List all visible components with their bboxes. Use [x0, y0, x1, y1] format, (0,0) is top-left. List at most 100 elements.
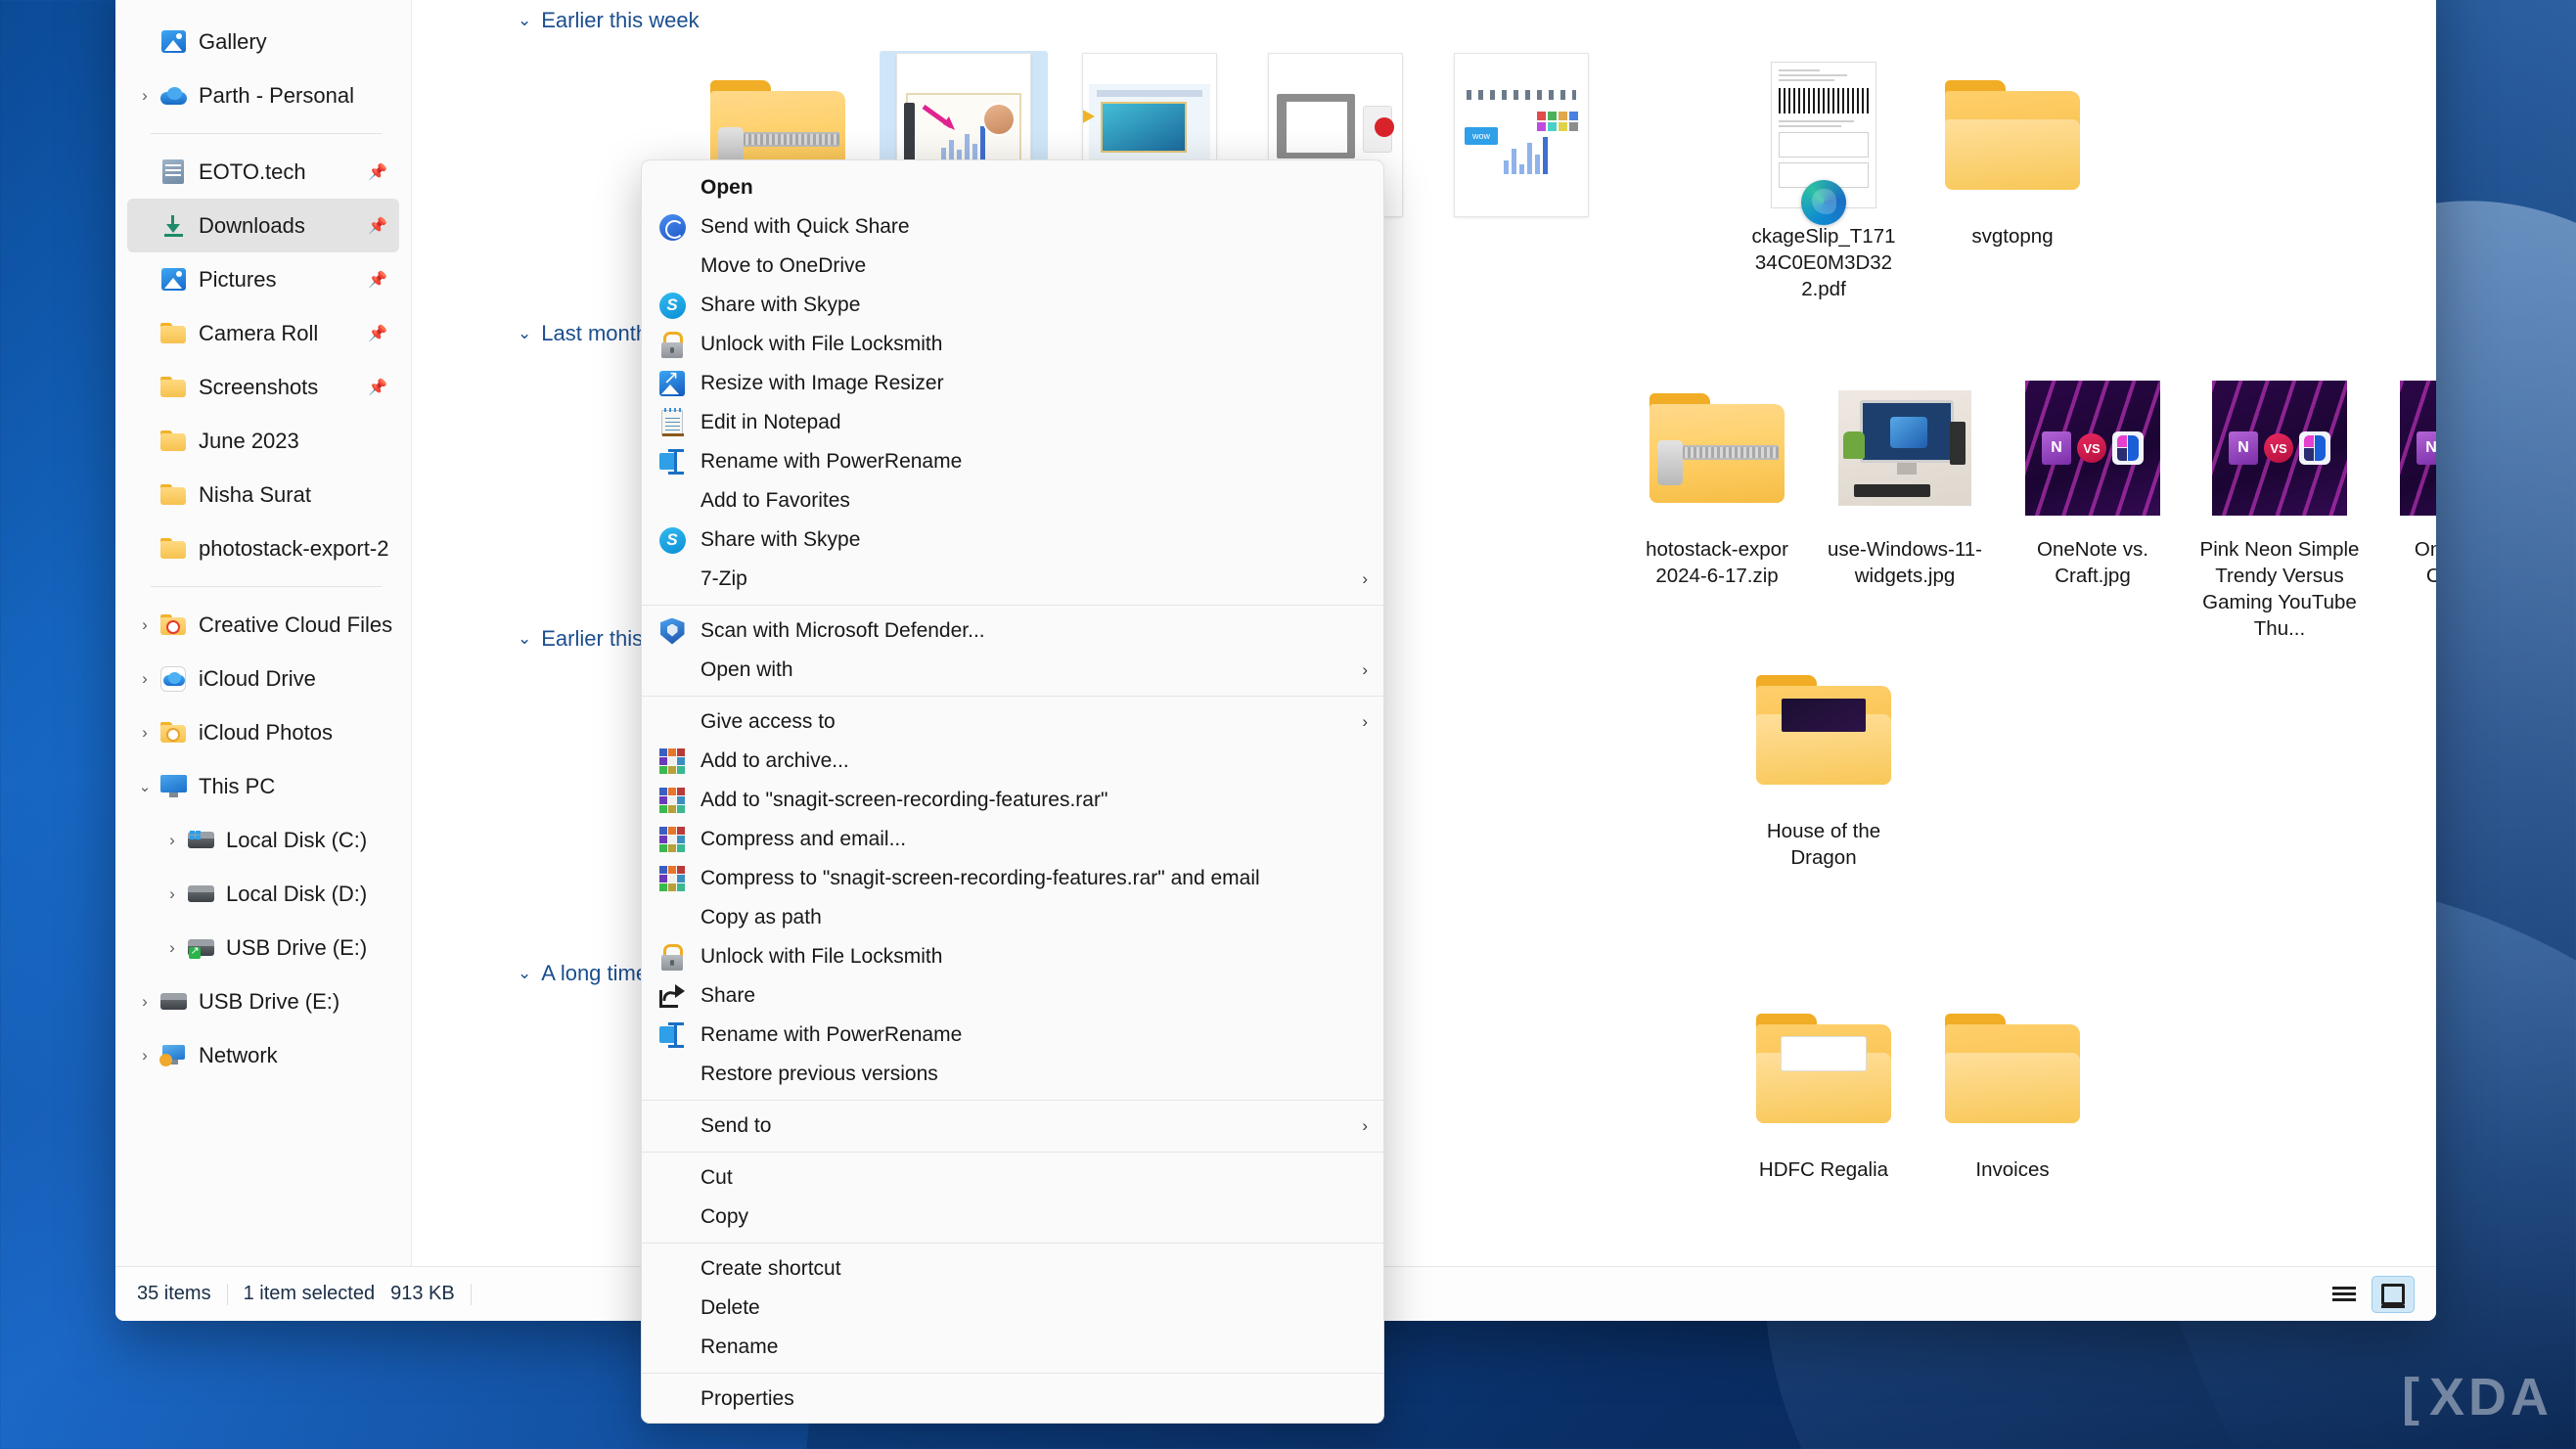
file-tile-house-of-the-dragon[interactable]: House of the Dragon	[1740, 646, 1908, 871]
sidebar-item-camera-roll[interactable]: › Camera Roll 📌	[127, 306, 399, 360]
chevron-right-icon[interactable]: ›	[131, 992, 158, 1012]
sidebar-item-local-disk-d[interactable]: › Local Disk (D:)	[127, 867, 399, 921]
context-menu-item-copy[interactable]: Copy	[642, 1198, 1383, 1237]
context-menu-item-copy-as-path[interactable]: Copy as path	[642, 898, 1383, 937]
context-menu-item-7-zip[interactable]: 7-Zip ›	[642, 560, 1383, 599]
file-tile-onenote-vs-craft-jpg[interactable]: N VS OneNote vs. Craft.jpg	[2009, 364, 2177, 589]
context-menu-item-rename-with-powerrename-2[interactable]: Rename with PowerRename	[642, 1016, 1383, 1055]
file-tile-preview-4[interactable]: wow	[1437, 51, 1605, 219]
pdf-thumbnail	[1771, 62, 1876, 225]
file-tile-packageslip-pdf[interactable]: ckageSlip_T171 34C0E0M3D32 2.pdf	[1740, 51, 1908, 302]
context-menu-item-properties[interactable]: Properties	[642, 1380, 1383, 1419]
context-menu-item-share-with-skype-2[interactable]: S Share with Skype	[642, 521, 1383, 560]
sidebar-item-usb-drive-e[interactable]: › USB Drive (E:)	[127, 974, 399, 1028]
context-menu-item-delete[interactable]: Delete	[642, 1289, 1383, 1328]
file-tile-onenote-vs-craft-png[interactable]: NVS OneNote vs Craft.png	[2383, 364, 2436, 589]
lock-icon	[655, 942, 689, 972]
chevron-down-icon[interactable]: ⌄	[518, 964, 531, 983]
context-menu-item-edit-in-notepad[interactable]: Edit in Notepad	[642, 403, 1383, 442]
context-menu[interactable]: Open Send with Quick Share Move to OneDr…	[641, 159, 1384, 1424]
chevron-right-icon[interactable]: ›	[158, 938, 186, 958]
chevron-right-icon[interactable]: ›	[131, 723, 158, 743]
chevron-down-icon[interactable]: ⌄	[131, 778, 158, 795]
context-menu-item-share[interactable]: Share	[642, 976, 1383, 1016]
context-menu-item-add-to-favorites[interactable]: Add to Favorites	[642, 481, 1383, 521]
sidebar-item-gallery[interactable]: › Gallery	[127, 15, 399, 68]
context-menu-item-compress-to-named-and-email[interactable]: Compress to "snagit-screen-recording-fea…	[642, 859, 1383, 898]
navigation-pane[interactable]: › Home › Gallery › Parth - Personal ›	[115, 0, 411, 1266]
sidebar-item-pictures[interactable]: › Pictures 📌	[127, 252, 399, 306]
context-menu-item-label: Delete	[700, 1296, 760, 1319]
chevron-right-icon[interactable]: ›	[131, 669, 158, 689]
sidebar-item-label: Local Disk (C:)	[226, 827, 368, 852]
thumbnail	[1740, 646, 1908, 814]
context-menu-item-scan-with-microsoft-defender[interactable]: Scan with Microsoft Defender...	[642, 611, 1383, 651]
sidebar-item-screenshots[interactable]: › Screenshots 📌	[127, 360, 399, 414]
sidebar-item-creative-cloud-files[interactable]: › Creative Cloud Files	[127, 598, 399, 652]
context-menu-item-label: Send to	[700, 1114, 772, 1137]
file-tile-pink-neon-thumbnail[interactable]: N VS Pink Neon Simple Trendy Versus Gamin…	[2195, 364, 2364, 642]
context-menu-item-label: Add to "snagit-screen-recording-features…	[700, 789, 1108, 811]
context-menu-item-open-with[interactable]: Open with ›	[642, 651, 1383, 690]
pictures-icon	[158, 267, 188, 293]
context-menu-item-create-shortcut[interactable]: Create shortcut	[642, 1249, 1383, 1289]
chevron-right-icon[interactable]: ›	[158, 831, 186, 850]
sidebar-item-photostack-export[interactable]: › photostack-export-2	[127, 521, 399, 575]
group-header-last-month[interactable]: ⌄ Last month	[506, 321, 648, 346]
context-menu-item-cut[interactable]: Cut	[642, 1158, 1383, 1198]
file-tile-invoices[interactable]: Invoices	[1928, 984, 2097, 1183]
context-menu-item-move-to-onedrive[interactable]: Move to OneDrive	[642, 247, 1383, 286]
context-menu-item-label: Move to OneDrive	[700, 254, 867, 277]
context-menu-item-compress-and-email[interactable]: Compress and email...	[642, 820, 1383, 859]
no-icon	[655, 1111, 689, 1141]
context-menu-item-label: Rename with PowerRename	[700, 450, 963, 473]
sidebar-item-local-disk-c[interactable]: › Local Disk (C:)	[127, 813, 399, 867]
sidebar-item-downloads[interactable]: › Downloads 📌	[127, 199, 399, 252]
context-menu-item-send-with-quick-share[interactable]: Send with Quick Share	[642, 207, 1383, 247]
context-menu-item-send-to[interactable]: Send to ›	[642, 1107, 1383, 1146]
chevron-right-icon[interactable]: ›	[131, 1046, 158, 1065]
powerrename-icon	[655, 447, 689, 476]
file-name-label: use-Windows-11-widgets.jpg	[1828, 538, 1982, 588]
folder-preview	[1782, 1037, 1866, 1070]
context-menu-item-add-to-archive[interactable]: Add to archive...	[642, 742, 1383, 781]
file-tile-use-windows-11-widgets[interactable]: use-Windows-11-widgets.jpg	[1821, 364, 1989, 589]
context-menu-item-unlock-with-file-locksmith-2[interactable]: Unlock with File Locksmith	[642, 937, 1383, 976]
context-menu-item-restore-previous-versions[interactable]: Restore previous versions	[642, 1055, 1383, 1094]
sidebar-item-network[interactable]: › Network	[127, 1028, 399, 1082]
context-menu-item-rename[interactable]: Rename	[642, 1328, 1383, 1367]
network-icon	[158, 1043, 188, 1068]
sidebar-item-parth-personal[interactable]: › Parth - Personal	[127, 68, 399, 122]
chevron-right-icon[interactable]: ›	[131, 615, 158, 635]
group-header-label: Last month	[541, 321, 649, 345]
details-view-button[interactable]	[2323, 1276, 2366, 1313]
group-header-earlier-this-week[interactable]: ⌄ Earlier this week	[506, 8, 700, 33]
context-menu-item-share-with-skype-1[interactable]: S Share with Skype	[642, 286, 1383, 325]
chevron-down-icon[interactable]: ⌄	[518, 324, 531, 343]
file-tile-photostack-2024-6-17[interactable]: hotostack-expor 2024-6-17.zip	[1633, 364, 1801, 589]
large-icons-view-button[interactable]	[2372, 1275, 2415, 1313]
sidebar-item-icloud-photos[interactable]: › iCloud Photos	[127, 705, 399, 759]
sidebar-item-this-pc[interactable]: ⌄ This PC	[127, 759, 399, 813]
sidebar-item-icloud-drive[interactable]: › iCloud Drive	[127, 652, 399, 705]
sidebar-item-label: USB Drive (E:)	[226, 934, 368, 960]
sidebar-item-june-2023[interactable]: › June 2023	[127, 414, 399, 468]
context-menu-item-give-access-to[interactable]: Give access to ›	[642, 702, 1383, 742]
file-tile-hdfc-regalia[interactable]: HDFC Regalia	[1740, 984, 1908, 1183]
context-menu-item-add-to-named-archive[interactable]: Add to "snagit-screen-recording-features…	[642, 781, 1383, 820]
navigation-list: › Home › Gallery › Parth - Personal ›	[115, 0, 411, 1082]
sidebar-item-eoto-tech[interactable]: › EOTO.tech 📌	[127, 145, 399, 199]
context-menu-item-unlock-with-file-locksmith-1[interactable]: Unlock with File Locksmith	[642, 325, 1383, 364]
sidebar-item-nisha-surat[interactable]: › Nisha Surat	[127, 468, 399, 521]
chevron-down-icon[interactable]: ⌄	[518, 11, 531, 30]
chevron-right-icon[interactable]: ›	[158, 884, 186, 904]
sidebar-item-home[interactable]: › Home	[127, 0, 399, 15]
chevron-right-icon[interactable]: ›	[131, 86, 158, 106]
file-tile-svgtopng-folder[interactable]: svgtopng	[1928, 51, 2097, 249]
sidebar-item-usb-drive-e-nested[interactable]: › USB Drive (E:)	[127, 921, 399, 974]
context-menu-item-resize-with-image-resizer[interactable]: Resize with Image Resizer	[642, 364, 1383, 403]
context-menu-item-open[interactable]: Open	[642, 168, 1383, 207]
image-thumbnail: NVS	[2400, 381, 2436, 516]
context-menu-item-rename-with-powerrename-1[interactable]: Rename with PowerRename	[642, 442, 1383, 481]
chevron-down-icon[interactable]: ⌄	[518, 629, 531, 649]
